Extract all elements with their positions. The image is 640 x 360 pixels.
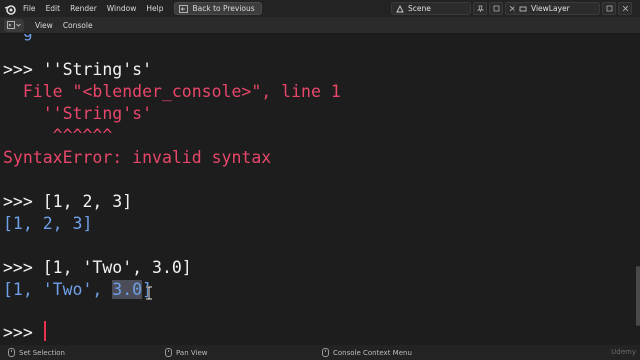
- scene-name: Scene: [408, 4, 431, 13]
- new-scene-icon[interactable]: [489, 2, 503, 15]
- chevron-down-icon: [16, 23, 21, 27]
- back-button-label: Back to Previous: [192, 4, 255, 13]
- udemy-watermark: Udemy: [611, 348, 636, 356]
- scene-icon: [396, 4, 404, 12]
- back-to-previous-button[interactable]: Back to Previous: [174, 2, 262, 15]
- console-editor-header: View Console: [0, 17, 640, 34]
- mouse-right-icon: [322, 348, 329, 357]
- view-layer-icon: [519, 6, 527, 11]
- blender-logo-icon[interactable]: [2, 0, 18, 17]
- output-text: [1, 'Two',: [3, 280, 113, 299]
- pin-scene-icon[interactable]: [473, 2, 487, 15]
- delete-view-layer-icon[interactable]: [618, 2, 632, 15]
- status-set-selection: Set Selection: [8, 348, 65, 357]
- menu-help[interactable]: Help: [141, 0, 168, 17]
- mouse-left-icon: [8, 348, 15, 357]
- console-prompt: >>>: [3, 323, 43, 342]
- python-console[interactable]: g >>> ''String's' File "<blender_console…: [0, 34, 640, 345]
- console-error-line: SyntaxError: invalid syntax: [3, 148, 272, 167]
- top-menu-bar: File Edit Render Window Help Back to Pre…: [0, 0, 640, 17]
- view-layer-selector: ViewLayer: [514, 2, 632, 15]
- console-input-line: >>> [1, 2, 3]: [3, 192, 133, 211]
- status-bar: Set Selection Pan View Console Context M…: [0, 345, 640, 360]
- console-output-line: [1, 2, 3]: [3, 214, 93, 233]
- menu-window[interactable]: Window: [102, 0, 142, 17]
- status-label: Set Selection: [19, 348, 65, 357]
- menu-file[interactable]: File: [18, 0, 41, 17]
- console-scrollbar[interactable]: [636, 266, 640, 326]
- console-error-line: File "<blender_console>", line 1: [3, 82, 341, 101]
- scene-field[interactable]: Scene: [391, 2, 471, 15]
- editor-type-dropdown[interactable]: [4, 18, 24, 32]
- menu-render[interactable]: Render: [65, 0, 102, 17]
- console-output-line: [1, 'Two', 3.0]: [3, 280, 152, 300]
- console-error-line: ^^^^^^: [3, 126, 113, 145]
- mouse-middle-icon: [165, 348, 172, 357]
- console-input-line: >>> ''String's': [3, 60, 153, 79]
- view-layer-name: ViewLayer: [531, 4, 570, 13]
- menu-edit[interactable]: Edit: [41, 0, 66, 17]
- back-arrow-icon: [179, 4, 189, 13]
- text-selection[interactable]: 3.0: [112, 280, 143, 299]
- status-pan-view: Pan View: [165, 348, 207, 357]
- status-label: Console Context Menu: [333, 348, 412, 357]
- scene-selector: Scene: [391, 2, 519, 15]
- console-error-line: ''String's': [3, 104, 153, 123]
- text-cursor: [44, 321, 46, 341]
- status-context-menu: Console Context Menu: [322, 348, 412, 357]
- console-input-line: >>> [1, 'Two', 3.0]: [3, 258, 192, 277]
- new-view-layer-icon[interactable]: [602, 2, 616, 15]
- mouse-ibeam-cursor-icon: [146, 286, 152, 300]
- view-layer-field[interactable]: ViewLayer: [514, 2, 600, 15]
- status-label: Pan View: [176, 348, 208, 357]
- console-partial-line: g: [3, 34, 33, 42]
- header-menu-console[interactable]: Console: [58, 21, 98, 30]
- header-menu-view[interactable]: View: [30, 21, 58, 30]
- console-editor-icon: [7, 21, 15, 29]
